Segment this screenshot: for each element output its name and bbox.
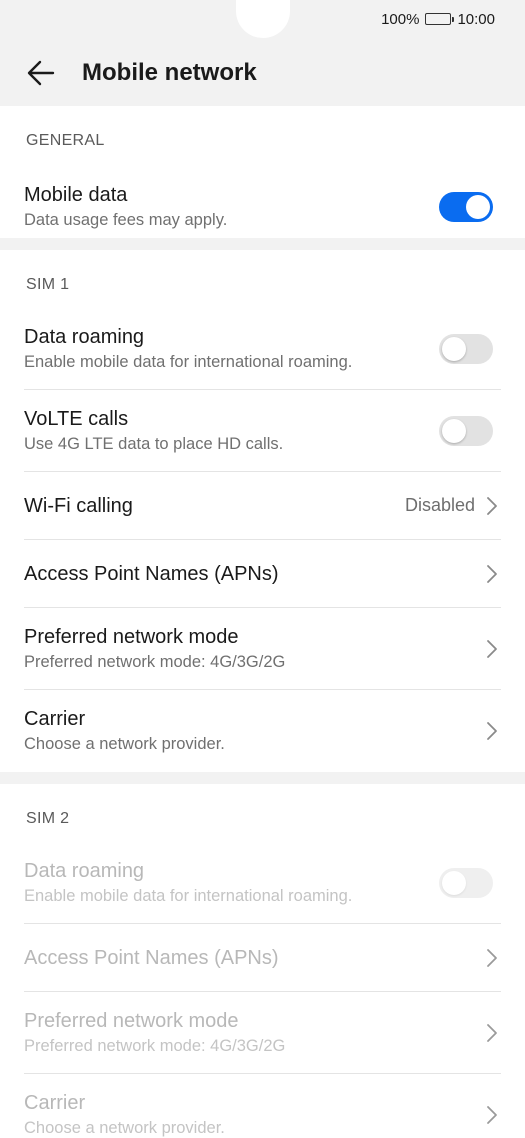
screen: 100% 10:00 Mobile network GENERAL Mobile… xyxy=(0,0,525,1138)
sim1-volte-title: VoLTE calls xyxy=(24,407,129,430)
app-header: Mobile network xyxy=(0,48,525,98)
sim1-wifi-calling-value: Disabled xyxy=(404,495,475,515)
chevron-right-icon xyxy=(485,947,499,969)
battery-percent: 100% xyxy=(381,10,420,28)
top-bar: 100% 10:00 Mobile network xyxy=(0,0,525,106)
sim1-data-roaming-toggle[interactable] xyxy=(439,333,493,364)
sim1-apn-title: Access Point Names (APNs) xyxy=(24,562,279,585)
sim1-volte-subtitle: Use 4G LTE data to place HD calls. xyxy=(24,434,284,453)
sim1-data-roaming-title: Data roaming xyxy=(24,325,145,348)
camera-notch xyxy=(236,0,290,38)
sim1-data-roaming-row[interactable]: Data roaming Enable mobile data for inte… xyxy=(24,308,501,390)
sim2-carrier-title: Carrier xyxy=(24,1092,86,1114)
sim2-apn-row: Access Point Names (APNs) xyxy=(24,924,501,992)
sim1-network-mode-row[interactable]: Preferred network mode Preferred network… xyxy=(24,608,501,690)
sim2-apn-title: Access Point Names (APNs) xyxy=(24,946,279,969)
section-divider xyxy=(0,772,525,784)
sim2-network-mode-subtitle: Preferred network mode: 4G/3G/2G xyxy=(24,1036,286,1055)
sim2-network-mode-row: Preferred network mode Preferred network… xyxy=(24,992,501,1074)
sim2-data-roaming-subtitle: Enable mobile data for international roa… xyxy=(24,886,353,905)
sim1-wifi-calling-title: Wi-Fi calling xyxy=(24,494,133,517)
sim1-carrier-title: Carrier xyxy=(24,708,86,730)
sim1-wifi-calling-row[interactable]: Wi-Fi calling Disabled xyxy=(24,472,501,540)
sim1-volte-row[interactable]: VoLTE calls Use 4G LTE data to place HD … xyxy=(24,390,501,472)
sim1-apn-row[interactable]: Access Point Names (APNs) xyxy=(24,540,501,608)
chevron-right-icon xyxy=(485,720,499,742)
page-title: Mobile network xyxy=(82,59,257,86)
clock: 10:00 xyxy=(457,10,495,28)
chevron-right-icon xyxy=(485,1104,499,1126)
settings-list: GENERAL Mobile data Data usage fees may … xyxy=(0,106,525,1138)
mobile-data-title: Mobile data xyxy=(24,184,128,206)
sim2-data-roaming-row: Data roaming Enable mobile data for inte… xyxy=(24,842,501,924)
mobile-data-subtitle: Data usage fees may apply. xyxy=(24,211,228,229)
battery-icon xyxy=(425,13,455,25)
sim1-network-mode-subtitle: Preferred network mode: 4G/3G/2G xyxy=(24,652,286,671)
sim2-carrier-subtitle: Choose a network provider. xyxy=(24,1119,225,1137)
mobile-data-toggle[interactable] xyxy=(439,192,493,222)
chevron-right-icon xyxy=(485,638,499,660)
sim2-data-roaming-toggle xyxy=(439,867,493,898)
arrow-left-icon xyxy=(27,60,55,86)
mobile-data-row[interactable]: Mobile data Data usage fees may apply. xyxy=(24,166,501,248)
sim2-carrier-row: Carrier Choose a network provider. xyxy=(24,1074,501,1138)
sim1-carrier-row[interactable]: Carrier Choose a network provider. xyxy=(24,690,501,772)
chevron-right-icon xyxy=(485,1022,499,1044)
chevron-right-icon xyxy=(485,495,499,517)
back-button[interactable] xyxy=(26,58,56,88)
sim1-data-roaming-subtitle: Enable mobile data for international roa… xyxy=(24,352,353,371)
chevron-right-icon xyxy=(485,563,499,585)
sim2-network-mode-title: Preferred network mode xyxy=(24,1009,239,1032)
sim1-network-mode-title: Preferred network mode xyxy=(24,625,239,648)
sim1-carrier-subtitle: Choose a network provider. xyxy=(24,735,225,753)
sim1-volte-toggle[interactable] xyxy=(439,415,493,446)
sim2-data-roaming-title: Data roaming xyxy=(24,859,145,882)
status-bar: 100% 10:00 xyxy=(381,9,495,29)
